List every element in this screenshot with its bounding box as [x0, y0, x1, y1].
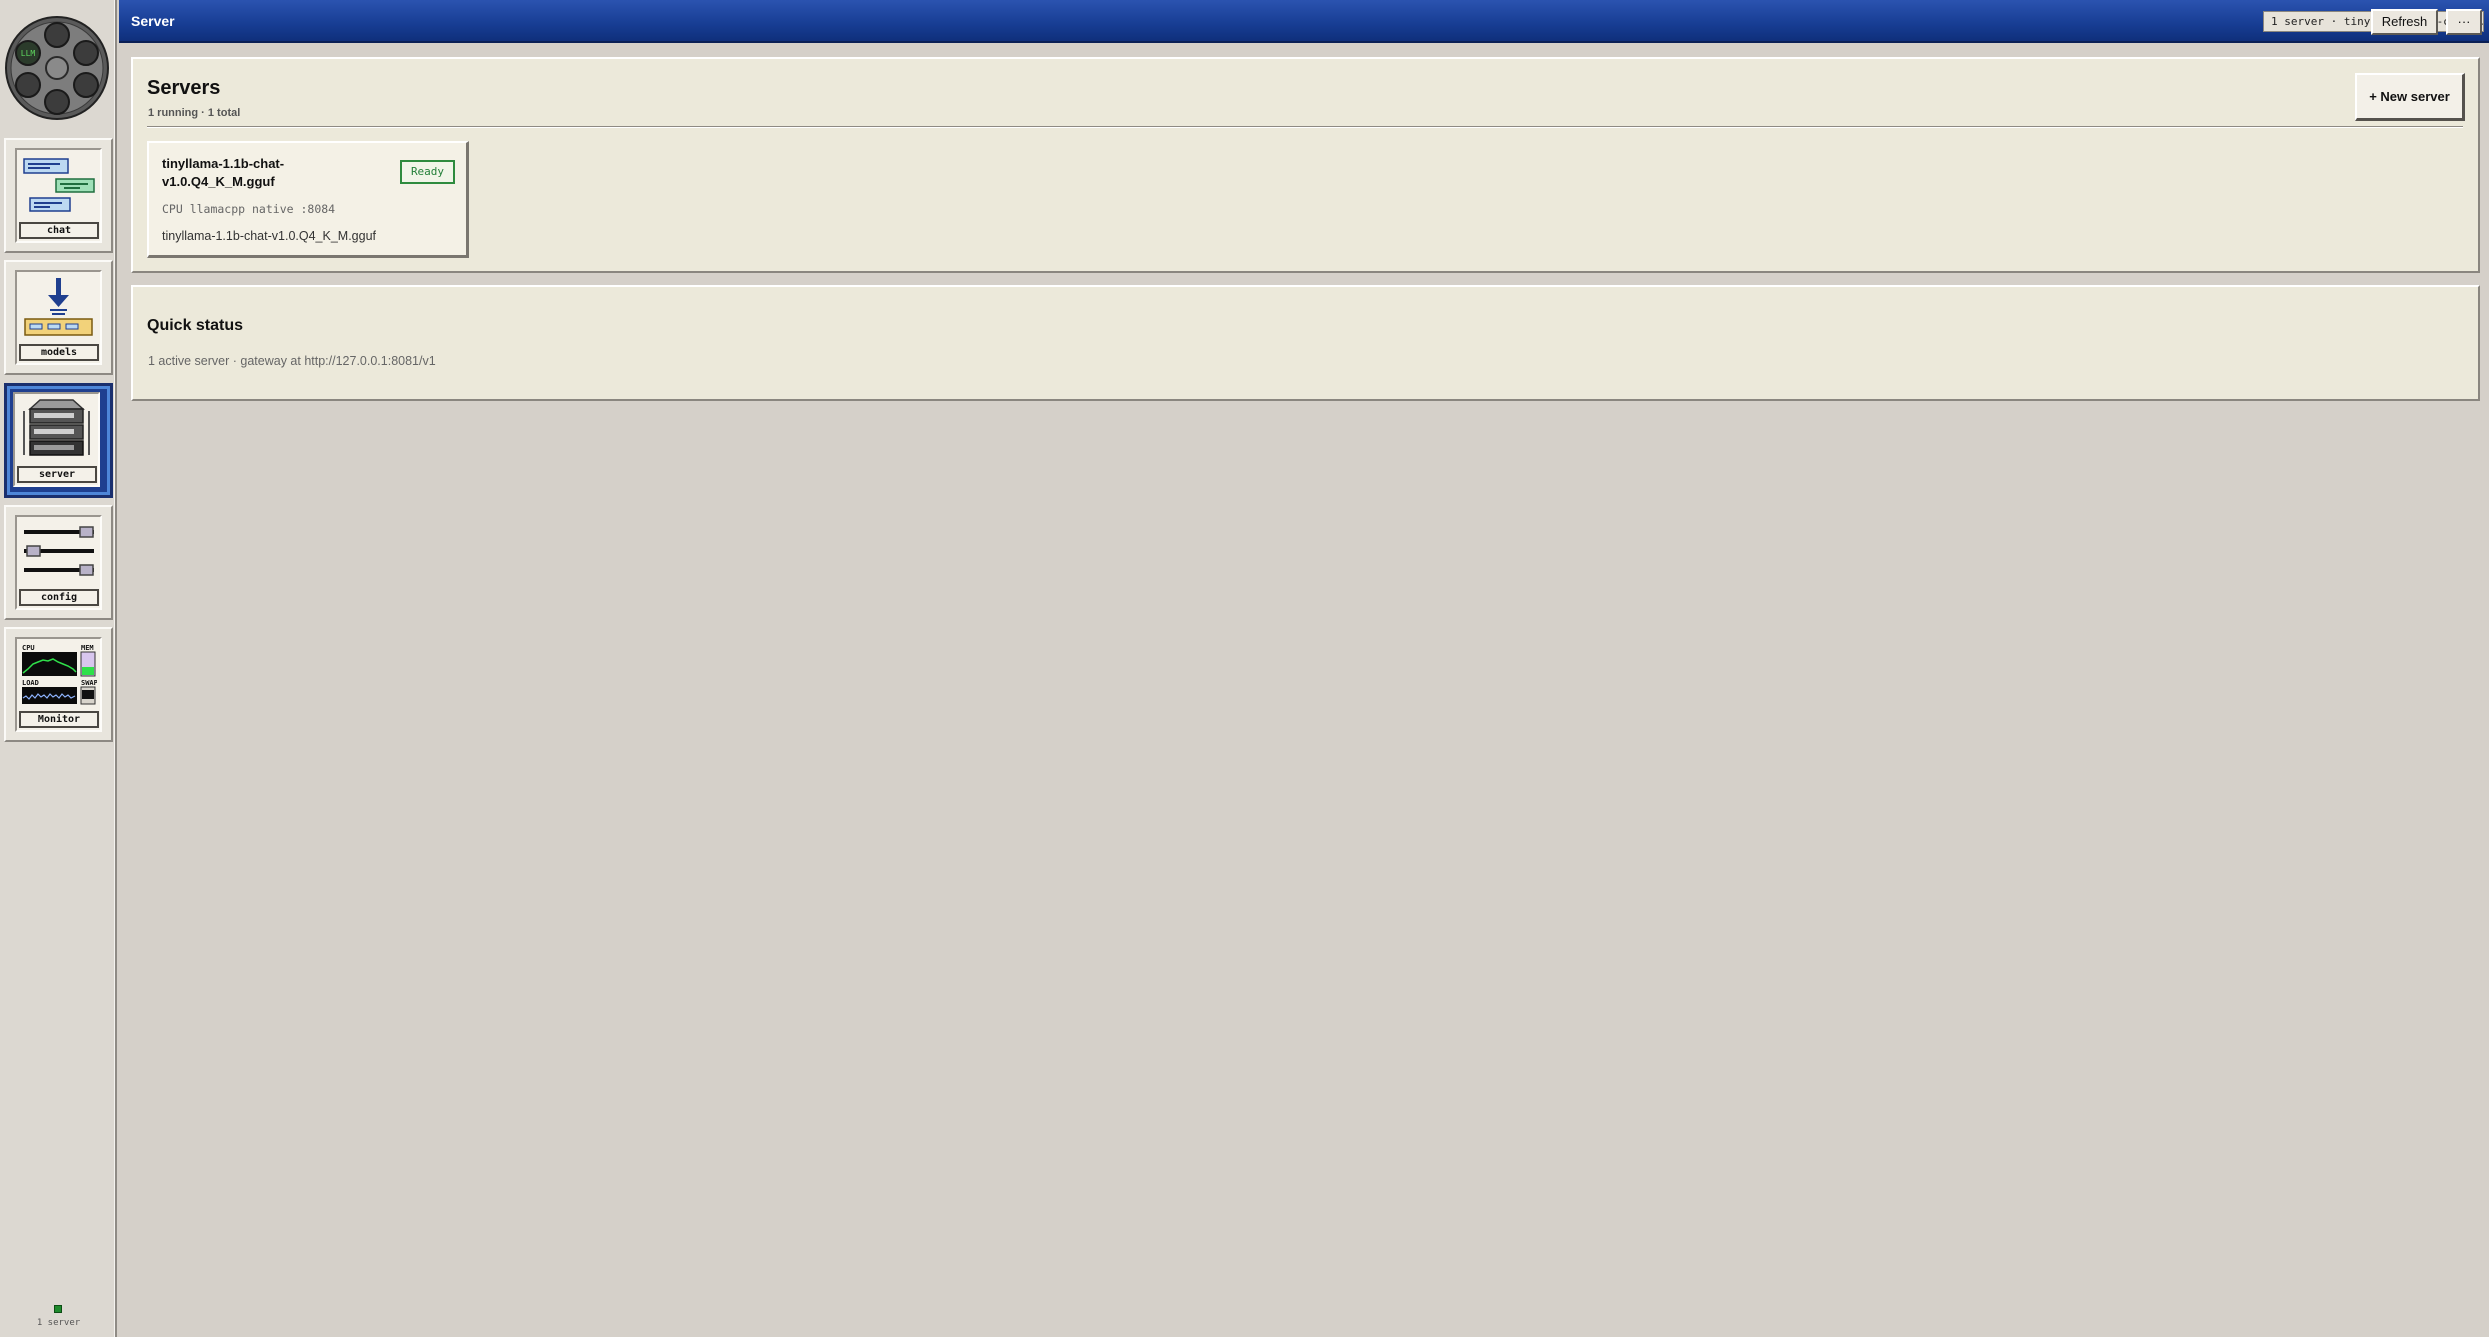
window-title: Server [131, 13, 175, 29]
servers-panel: Servers 1 running · 1 total + New server… [131, 57, 2480, 273]
sidebar-item-frame: models [15, 270, 102, 365]
sliders-config-icon [24, 526, 94, 576]
monitor-mem-label: MEM [81, 644, 94, 652]
status-badge: Ready [400, 160, 455, 184]
sidebar: LLM chat models server config CPU MEM LO… [0, 0, 117, 1337]
sidebar-item-server[interactable]: server [4, 383, 113, 498]
divider [147, 126, 2463, 128]
sidebar-item-label: models [19, 344, 99, 361]
sidebar-item-label: server [17, 466, 97, 483]
llm-logo-icon: LLM [4, 15, 110, 121]
sidebar-item-frame: chat [15, 148, 102, 243]
server-name: tinyllama-1.1b-chat-v1.0.Q4_K_M.gguf [162, 156, 285, 189]
system-monitor-icon: CPU MEM LOAD SWAP [22, 644, 97, 705]
chat-icon [23, 158, 95, 212]
more-options-button[interactable]: ··· [2446, 9, 2482, 35]
quick-status-text: 1 active server · gateway at http://127.… [148, 354, 436, 368]
server-count-status: 1 server [36, 1318, 81, 1328]
new-server-button[interactable]: + New server [2355, 73, 2465, 121]
servers-title: Servers [147, 77, 221, 99]
server-rack-icon [23, 399, 90, 456]
quick-status-title: Quick status [147, 317, 244, 334]
server-meta: CPU llamacpp native :8084 [162, 202, 336, 216]
server-card[interactable]: tinyllama-1.1b-chat-v1.0.Q4_K_M.gguf Rea… [147, 141, 469, 258]
sidebar-item-monitor[interactable]: CPU MEM LOAD SWAP Monitor [4, 627, 113, 742]
sidebar-item-label: Monitor [19, 711, 99, 728]
download-models-icon [24, 278, 93, 336]
sidebar-item-label: config [19, 589, 99, 606]
sidebar-item-frame: CPU MEM LOAD SWAP Monitor [15, 637, 102, 732]
monitor-swap-label: SWAP [81, 679, 97, 687]
sidebar-item-frame: config [15, 515, 102, 610]
monitor-cpu-label: CPU [22, 644, 35, 652]
refresh-button[interactable]: Refresh [2371, 9, 2438, 35]
sidebar-item-models[interactable]: models [4, 260, 113, 375]
server-status-indicator [54, 1305, 62, 1313]
server-model-file: tinyllama-1.1b-chat-v1.0.Q4_K_M.gguf [162, 229, 376, 243]
logo-text: LLM [21, 49, 36, 58]
sidebar-item-label: chat [19, 222, 99, 239]
servers-summary: 1 running · 1 total [148, 107, 241, 119]
sidebar-item-config[interactable]: config [4, 505, 113, 620]
sidebar-item-chat[interactable]: chat [4, 138, 113, 253]
sidebar-item-frame: server [13, 392, 100, 487]
title-bar: Server 1 server · tinyllama-1.1b-chat-v1… [119, 0, 2489, 43]
quick-status-panel: Quick status 1 active server · gateway a… [131, 285, 2480, 401]
monitor-load-label: LOAD [22, 679, 39, 687]
